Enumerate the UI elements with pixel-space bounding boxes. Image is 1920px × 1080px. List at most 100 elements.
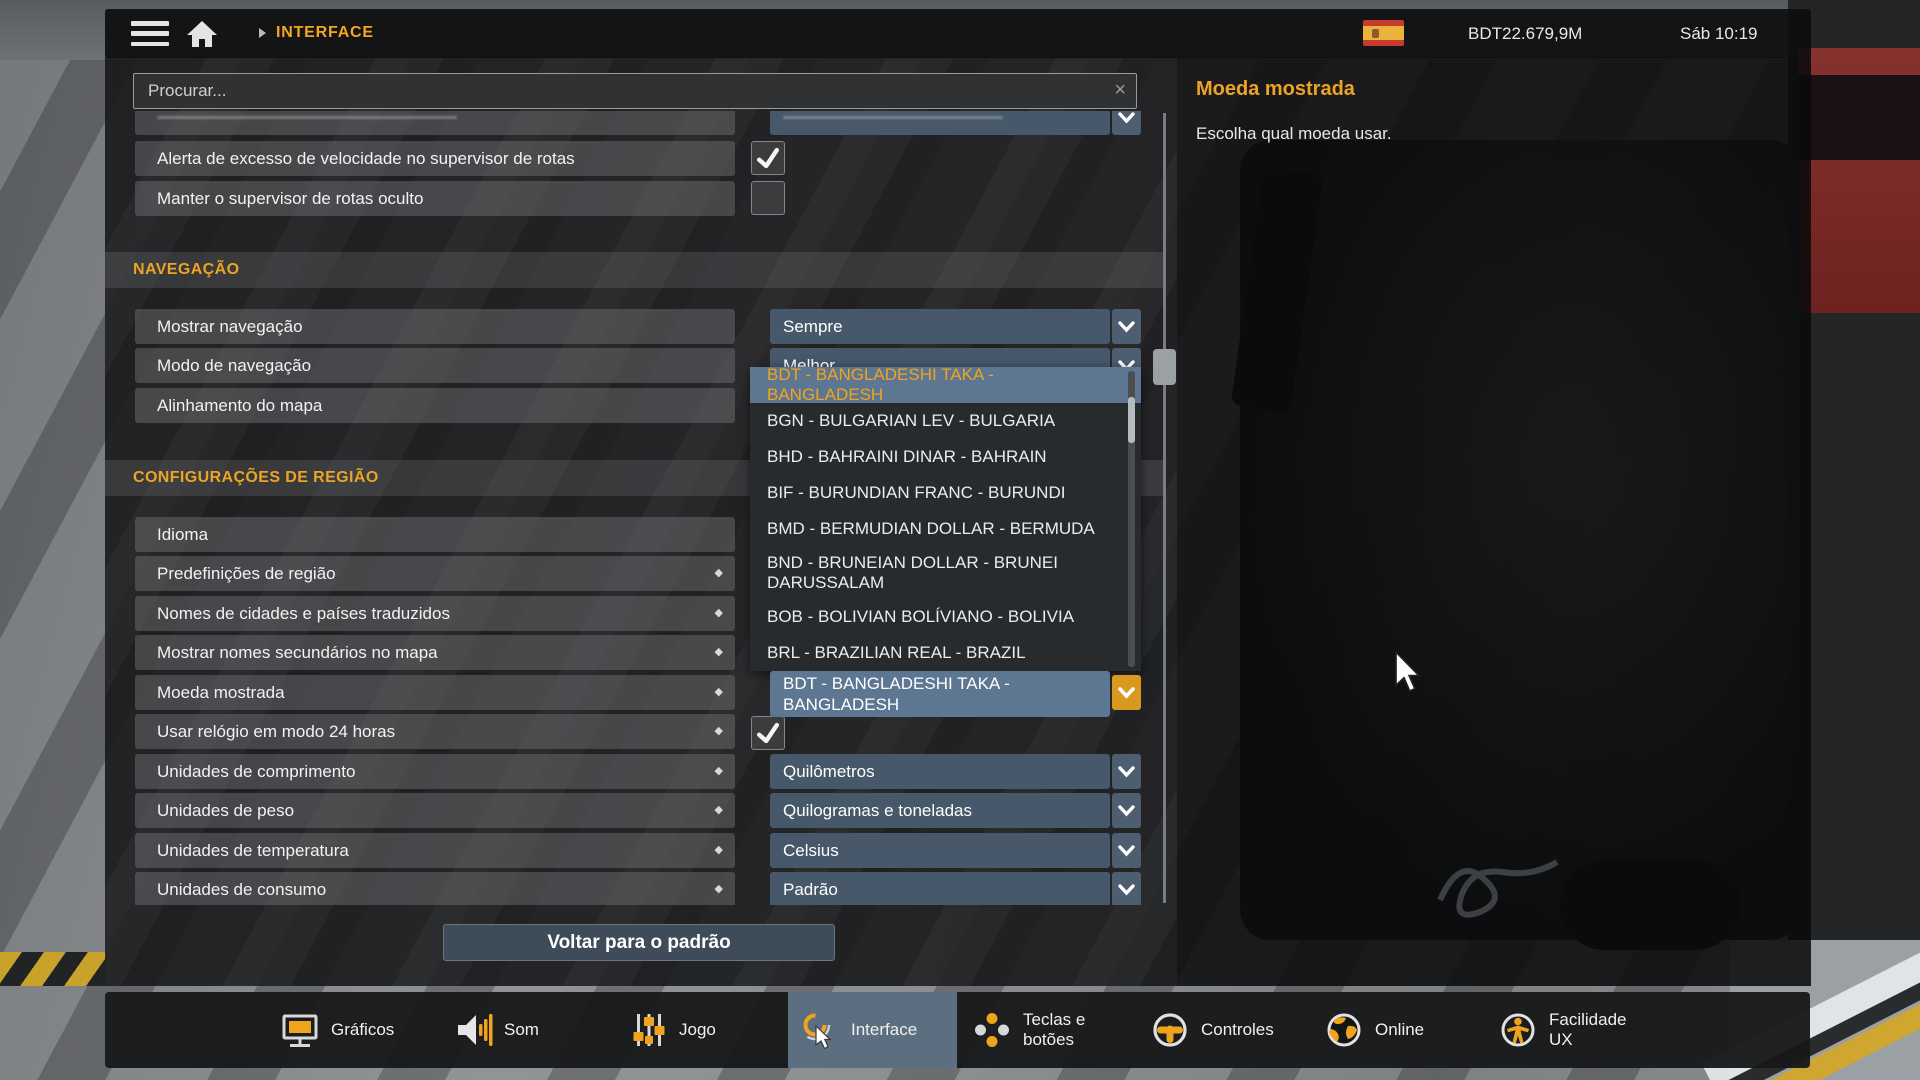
tab-facilidade-ux[interactable]: Facilidade UX bbox=[1488, 992, 1644, 1068]
dropdown-scrollbar-thumb[interactable] bbox=[1128, 397, 1135, 443]
select-chevron[interactable] bbox=[1112, 309, 1141, 344]
setting-select[interactable]: Celsius bbox=[770, 833, 1110, 868]
hamburger-icon bbox=[131, 21, 169, 26]
currency-option[interactable]: BRL - BRAZILIAN REAL - BRAZIL bbox=[750, 635, 1141, 671]
select-chevron[interactable] bbox=[1112, 793, 1141, 828]
speaker-icon bbox=[453, 1010, 493, 1050]
setting-label[interactable]: Alinhamento do mapa bbox=[135, 388, 735, 423]
select-chevron[interactable] bbox=[1112, 872, 1141, 905]
sliders-icon bbox=[628, 1010, 668, 1050]
diamond-icon: ◆ bbox=[715, 556, 723, 591]
currency-select[interactable]: BDT - BANGLADESHI TAKA - BANGLADESH bbox=[770, 671, 1110, 717]
tab-teclas-e-botoes[interactable]: Teclas e botões bbox=[962, 992, 1118, 1068]
diamond-icon: ◆ bbox=[715, 833, 723, 868]
search-input[interactable] bbox=[134, 74, 1136, 108]
setting-label[interactable]: Predefinições de região◆ bbox=[135, 556, 735, 591]
settings-scroll-area: Alerta de excesso de velocidade no super… bbox=[105, 111, 1177, 905]
tab-interface[interactable]: Interface bbox=[788, 992, 957, 1068]
tab-jogo[interactable]: Jogo bbox=[618, 992, 716, 1068]
ets2-options-screen: { "topbar": { "breadcrumb": "INTERFACE",… bbox=[0, 0, 1920, 1080]
settings-scrollbar-track[interactable] bbox=[1163, 113, 1166, 903]
accessibility-icon bbox=[1498, 1010, 1538, 1050]
tab-graficos[interactable]: Gráficos bbox=[270, 992, 394, 1068]
diamond-icon: ◆ bbox=[715, 872, 723, 905]
setting-label[interactable]: Mostrar nomes secundários no mapa◆ bbox=[135, 635, 735, 670]
tab-online[interactable]: Online bbox=[1314, 992, 1424, 1068]
setting-label[interactable]: Modo de navegação bbox=[135, 348, 735, 383]
chevron-down-icon bbox=[1112, 309, 1141, 344]
flag-emblem bbox=[1372, 29, 1379, 38]
setting-label[interactable]: Unidades de peso◆ bbox=[135, 793, 735, 828]
setting-label[interactable]: Mostrar navegação bbox=[135, 309, 735, 344]
setting-select[interactable]: Sempre bbox=[770, 309, 1110, 344]
mouse-cursor bbox=[1393, 651, 1431, 699]
select-chevron[interactable] bbox=[1112, 833, 1141, 868]
diamond-icon: ◆ bbox=[715, 754, 723, 789]
currency-dropdown: BDT - BANGLADESHI TAKA - BANGLADESH BGN … bbox=[750, 367, 1141, 671]
truck-through-panel bbox=[1240, 140, 1800, 940]
check-icon bbox=[753, 718, 783, 748]
diamond-icon: ◆ bbox=[715, 675, 723, 710]
game-time: Sáb 10:19 bbox=[1680, 24, 1758, 44]
chevron-down-icon bbox=[1112, 675, 1141, 710]
diamond-icon: ◆ bbox=[715, 635, 723, 670]
currency-option[interactable]: BOB - BOLIVIAN BOLÍVIANO - BOLIVIA bbox=[750, 599, 1141, 635]
tab-som[interactable]: Som bbox=[443, 992, 539, 1068]
setting-label[interactable]: Unidades de comprimento◆ bbox=[135, 754, 735, 789]
help-title: Moeda mostrada bbox=[1196, 78, 1355, 101]
currency-option[interactable]: BMD - BERMUDIAN DOLLAR - BERMUDA bbox=[750, 511, 1141, 547]
dpad-icon bbox=[972, 1010, 1012, 1050]
truck-window bbox=[1798, 75, 1920, 160]
setting-select[interactable]: Quilogramas e toneladas bbox=[770, 793, 1110, 828]
country-flag bbox=[1363, 20, 1404, 46]
chevron-down-icon bbox=[1112, 833, 1141, 868]
clear-search-icon[interactable]: × bbox=[1114, 79, 1126, 102]
setting-select[interactable]: Padrão bbox=[770, 872, 1110, 905]
home-button[interactable] bbox=[185, 19, 219, 49]
check-icon bbox=[753, 143, 783, 173]
setting-label[interactable]: Nomes de cidades e países traduzidos◆ bbox=[135, 596, 735, 631]
checkbox-checked[interactable] bbox=[751, 141, 785, 175]
checkbox-unchecked[interactable] bbox=[751, 181, 785, 215]
breadcrumb-chevron-icon bbox=[259, 28, 266, 38]
diamond-icon: ◆ bbox=[715, 714, 723, 749]
setting-label[interactable]: Moeda mostrada◆ bbox=[135, 675, 735, 710]
setting-label[interactable]: Unidades de temperatura◆ bbox=[135, 833, 735, 868]
setting-label[interactable]: Unidades de consumo◆ bbox=[135, 872, 735, 905]
currency-select-chevron-active[interactable] bbox=[1112, 675, 1141, 710]
currency-option[interactable]: BND - BRUNEIAN DOLLAR - BRUNEI DARUSSALA… bbox=[750, 547, 1141, 599]
currency-option[interactable]: BGN - BULGARIAN LEV - BULGARIA bbox=[750, 403, 1141, 439]
setting-label[interactable]: Idioma bbox=[135, 517, 735, 552]
globe-icon bbox=[1324, 1010, 1364, 1050]
chevron-down-icon bbox=[1112, 111, 1141, 135]
settings-scrollbar-thumb[interactable] bbox=[1153, 349, 1176, 385]
help-description: Escolha qual moeda usar. bbox=[1196, 124, 1392, 144]
currency-option[interactable]: BHD - BAHRAINI DINAR - BAHRAIN bbox=[750, 439, 1141, 475]
truck-cable bbox=[1430, 840, 1600, 950]
menu-button[interactable] bbox=[131, 21, 169, 46]
search-box: × bbox=[133, 73, 1137, 109]
currency-option-selected[interactable]: BDT - BANGLADESHI TAKA - BANGLADESH bbox=[750, 367, 1141, 403]
setting-label[interactable]: Usar relógio em modo 24 horas◆ bbox=[135, 714, 735, 749]
setting-select[interactable]: Quilômetros bbox=[770, 754, 1110, 789]
setting-select[interactable] bbox=[770, 111, 1110, 135]
chevron-down-icon bbox=[1112, 754, 1141, 789]
select-chevron[interactable] bbox=[1112, 754, 1141, 789]
select-chevron[interactable] bbox=[1112, 111, 1141, 135]
tab-controles[interactable]: Controles bbox=[1140, 992, 1274, 1068]
reset-defaults-button[interactable]: Voltar para o padrão bbox=[443, 924, 835, 961]
section-header: NAVEGAÇÃO bbox=[105, 252, 1163, 288]
home-icon bbox=[185, 19, 219, 49]
diamond-icon: ◆ bbox=[715, 793, 723, 828]
chevron-down-icon bbox=[1112, 872, 1141, 905]
checkbox-checked[interactable] bbox=[751, 716, 785, 750]
cursor-click-icon bbox=[800, 1010, 840, 1050]
setting-label[interactable]: Manter o supervisor de rotas oculto bbox=[135, 181, 735, 216]
setting-label[interactable] bbox=[135, 111, 735, 135]
setting-label[interactable]: Alerta de excesso de velocidade no super… bbox=[135, 141, 735, 176]
breadcrumb: INTERFACE bbox=[276, 24, 374, 42]
chevron-down-icon bbox=[1112, 793, 1141, 828]
options-tab-bar: Gráficos Som Jogo bbox=[105, 992, 1810, 1068]
currency-option[interactable]: BIF - BURUNDIAN FRANC - BURUNDI bbox=[750, 475, 1141, 511]
player-money: BDT22.679,9M bbox=[1468, 24, 1582, 44]
